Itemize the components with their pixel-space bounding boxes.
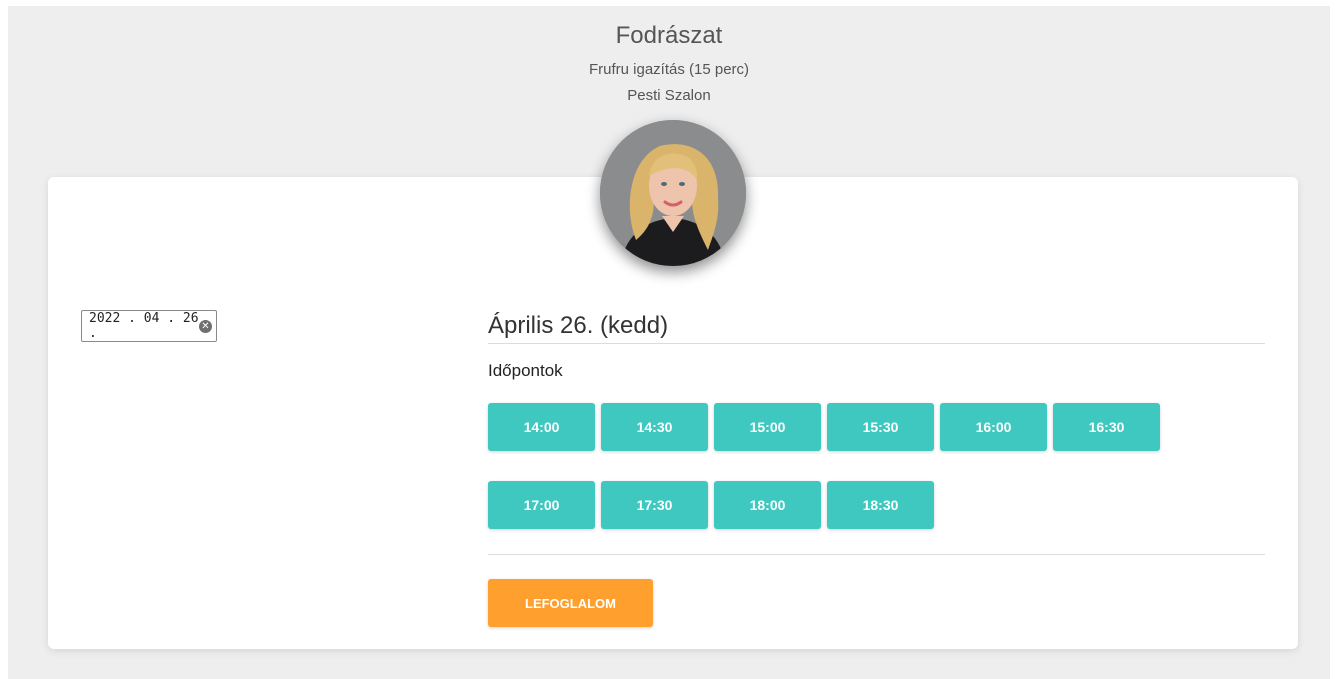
avatar [600, 120, 746, 266]
stylist-photo [600, 120, 746, 266]
page-title: Fodrászat [615, 22, 723, 49]
salon-name: Pesti Szalon [627, 87, 711, 104]
date-value: 2022 . 04 . 26 . [89, 311, 199, 341]
service-name: Frufru igazítás (15 perc) [588, 61, 750, 78]
time-slot-button[interactable]: 14:30 [601, 403, 708, 451]
time-slot-button[interactable]: 16:30 [1053, 403, 1160, 451]
date-input[interactable]: 2022 . 04 . 26 . ✕ [81, 310, 217, 342]
time-slot-button[interactable]: 15:30 [827, 403, 934, 451]
time-slot-button[interactable]: 18:00 [714, 481, 821, 529]
slots-label: Időpontok [488, 361, 563, 380]
day-title: Április 26. (kedd) [488, 312, 669, 339]
time-slot-button[interactable]: 15:00 [714, 403, 821, 451]
time-slot-button[interactable]: 17:30 [601, 481, 708, 529]
time-slot-button[interactable]: 16:00 [940, 403, 1047, 451]
book-button[interactable]: LEFOGLALOM [488, 579, 653, 627]
time-slot-button[interactable]: 17:00 [488, 481, 595, 529]
page-background: Fodrászat Frufru igazítás (15 perc) Pest… [8, 6, 1330, 679]
clear-circle-icon[interactable]: ✕ [199, 319, 212, 333]
time-slot-button[interactable]: 18:30 [827, 481, 934, 529]
time-slot-button[interactable]: 14:00 [488, 403, 595, 451]
divider-bottom [488, 554, 1265, 555]
divider-top [488, 343, 1265, 344]
